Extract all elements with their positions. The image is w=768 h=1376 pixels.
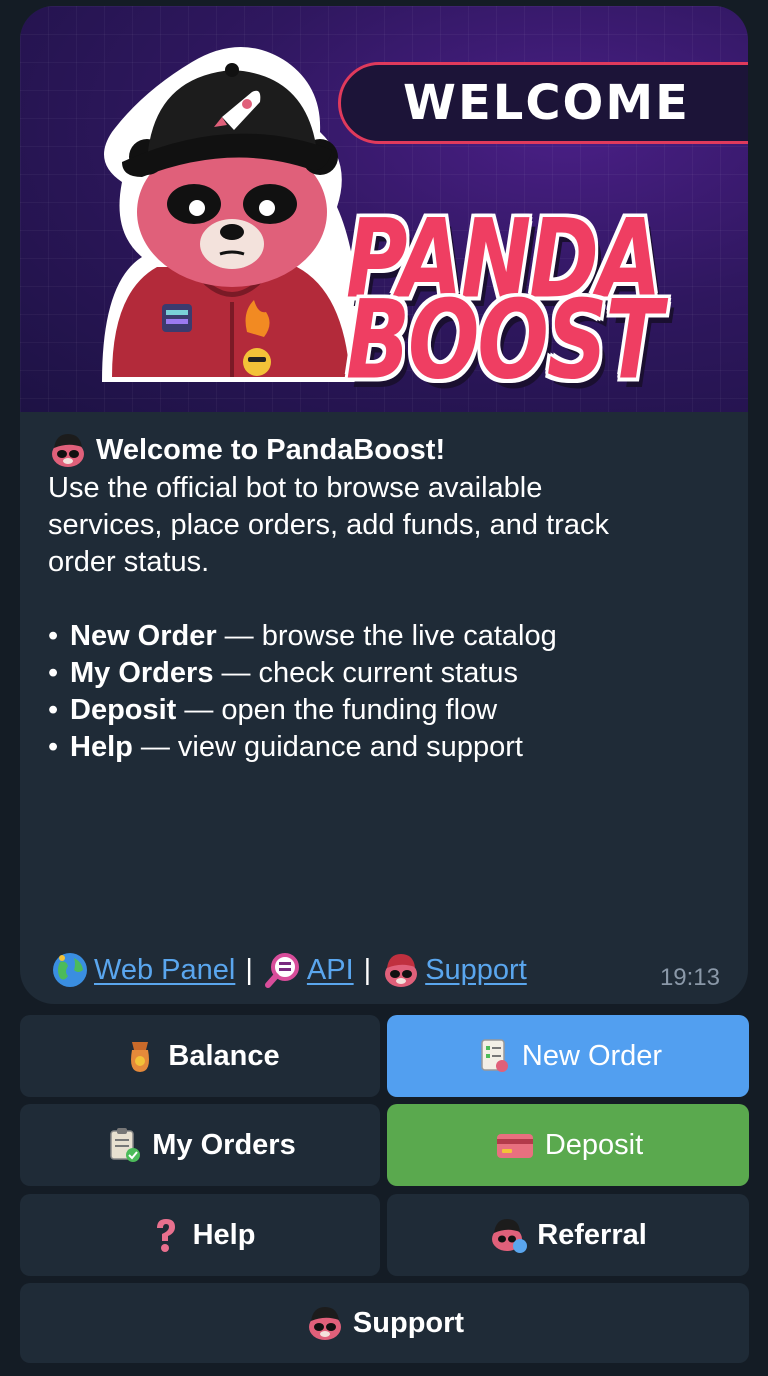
panda-support-icon: [305, 1303, 345, 1343]
feature-list: • New Order — browse the live catalog • My …: [48, 618, 728, 766]
deposit-button[interactable]: Deposit: [387, 1104, 749, 1186]
web-panel-link[interactable]: Web Panel: [94, 954, 235, 987]
banner-welcome-text: WELCOME: [403, 75, 690, 131]
new-order-button[interactable]: New Order: [387, 1015, 749, 1097]
banner-brand-line2: BOOST: [346, 276, 663, 404]
checklist-icon: [474, 1036, 514, 1076]
referral-button[interactable]: Referral: [387, 1194, 749, 1276]
clipboard-check-icon: [104, 1125, 144, 1165]
welcome-pill: WELCOME: [338, 62, 748, 144]
list-item: • Help — view guidance and support: [48, 731, 523, 763]
help-button[interactable]: Help: [20, 1194, 380, 1276]
credit-card-icon: [493, 1125, 537, 1165]
globe-icon: [53, 953, 87, 987]
my-orders-button[interactable]: My Orders: [20, 1104, 380, 1186]
message-body-line: order status.: [48, 546, 210, 578]
message-body-line: Use the official bot to browse available: [48, 472, 543, 504]
list-item: • New Order — browse the live catalog: [48, 620, 557, 652]
support-link[interactable]: Support: [425, 954, 527, 987]
help-label: Help: [192, 1218, 256, 1251]
list-item: • Deposit — open the funding flow: [48, 694, 498, 726]
support-label: Support: [352, 1306, 465, 1339]
magnifier-icon: [264, 953, 299, 988]
my-orders-label: My Orders: [152, 1128, 296, 1161]
message-text: Welcome to PandaBoost! Use the official …: [48, 430, 728, 766]
list-item: • My Orders — check current status: [48, 657, 519, 689]
referral-label: Referral: [537, 1218, 647, 1251]
panda-icon: [52, 434, 84, 467]
message-bubble: WELCOME PANDA BOOST Welcome to PandaBoos…: [20, 6, 748, 1004]
panda-mascot-icon: [102, 47, 362, 382]
link-separator: |: [363, 953, 372, 986]
message-timestamp: 19:13: [659, 964, 720, 991]
api-link[interactable]: API: [307, 954, 354, 987]
panda-referral-icon: [489, 1215, 529, 1255]
new-order-label: New Order: [521, 1039, 663, 1072]
link-separator: |: [245, 953, 253, 986]
question-mark-icon: [145, 1215, 185, 1255]
footer-links: Web Panel | API | Support: [50, 950, 527, 990]
welcome-banner-image: WELCOME PANDA BOOST: [20, 6, 748, 412]
deposit-label: Deposit: [544, 1128, 644, 1161]
support-button[interactable]: Support: [20, 1283, 749, 1363]
message-title-row: Welcome to PandaBoost!: [48, 430, 728, 470]
panda-icon: [385, 954, 418, 987]
message-body-line: services, place orders, add funds, and t…: [48, 509, 609, 541]
money-bag-icon: [120, 1036, 160, 1076]
balance-label: Balance: [168, 1039, 280, 1072]
balance-button[interactable]: Balance: [20, 1015, 380, 1097]
message-title: Welcome to PandaBoost!: [96, 433, 446, 466]
